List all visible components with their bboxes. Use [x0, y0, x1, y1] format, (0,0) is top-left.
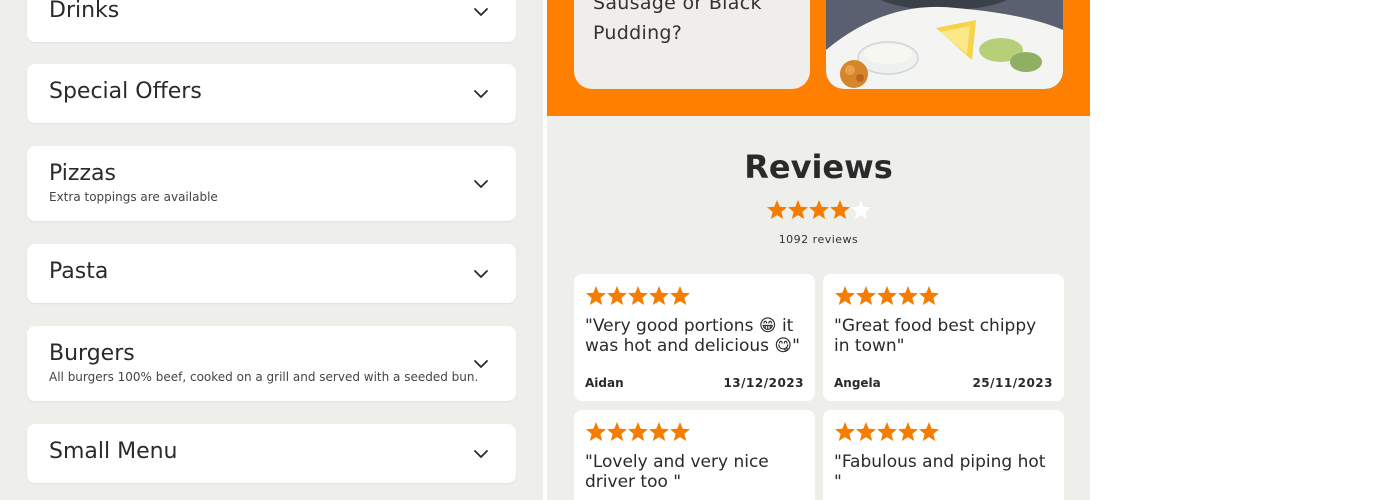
review-rating-stars	[586, 286, 690, 305]
category-title: Small Menu	[49, 439, 178, 464]
star-filled-icon	[856, 286, 876, 305]
category-drinks[interactable]: Drinks	[27, 0, 516, 42]
star-filled-icon	[788, 200, 808, 219]
chevron-down-icon	[473, 89, 489, 99]
star-filled-icon	[809, 200, 829, 219]
star-filled-icon	[835, 422, 855, 441]
promo-food-image[interactable]	[826, 0, 1063, 89]
category-burgers[interactable]: Burgers All burgers 100% beef, cooked on…	[27, 326, 516, 401]
star-filled-icon	[670, 286, 690, 305]
star-filled-icon	[877, 286, 897, 305]
category-title: Pizzas	[49, 161, 116, 186]
star-filled-icon	[670, 422, 690, 441]
star-filled-icon	[767, 200, 787, 219]
review-text: "Lovely and very nice driver too "	[585, 452, 769, 492]
menu-category-list: Drinks Special Offers Pizzas Extra toppi…	[0, 0, 543, 500]
promo-text: Sausage or Black Pudding?	[593, 0, 762, 44]
promo-banner: Sausage or Black Pudding?	[547, 0, 1090, 116]
review-card: "Very good portions 😁 it was hot and del…	[574, 274, 815, 401]
star-filled-icon	[586, 422, 606, 441]
review-date: 25/11/2023	[972, 376, 1053, 390]
star-filled-icon	[628, 286, 648, 305]
review-rating-stars	[586, 422, 690, 441]
star-empty-icon	[851, 200, 871, 219]
star-filled-icon	[628, 422, 648, 441]
side-panel: Sausage or Black Pudding? Reviews 1092 r…	[547, 0, 1090, 500]
review-author: Angela	[834, 376, 881, 390]
category-pizzas[interactable]: Pizzas Extra toppings are available	[27, 146, 516, 221]
review-rating-stars	[835, 286, 939, 305]
review-text: "Very good portions 😁 it was hot and del…	[585, 316, 800, 356]
star-filled-icon	[586, 286, 606, 305]
chevron-down-icon	[473, 179, 489, 189]
category-title: Special Offers	[49, 79, 202, 104]
star-filled-icon	[607, 422, 627, 441]
star-filled-icon	[877, 422, 897, 441]
star-filled-icon	[835, 286, 855, 305]
chevron-down-icon	[473, 449, 489, 459]
chevron-down-icon	[473, 269, 489, 279]
review-card: "Great food best chippy in town" Angela …	[823, 274, 1064, 401]
review-date: 13/12/2023	[723, 376, 804, 390]
star-filled-icon	[607, 286, 627, 305]
category-description: All burgers 100% beef, cooked on a grill…	[49, 370, 479, 384]
star-filled-icon	[919, 286, 939, 305]
reviews-heading: Reviews	[744, 148, 893, 186]
star-filled-icon	[830, 200, 850, 219]
category-title: Pasta	[49, 259, 109, 284]
promo-text-card[interactable]: Sausage or Black Pudding?	[574, 0, 810, 89]
category-special-offers[interactable]: Special Offers	[27, 64, 516, 123]
chevron-down-icon	[473, 359, 489, 369]
category-small-menu[interactable]: Small Menu	[27, 424, 516, 483]
star-filled-icon	[919, 422, 939, 441]
star-filled-icon	[898, 422, 918, 441]
chevron-down-icon	[473, 7, 489, 17]
star-filled-icon	[649, 422, 669, 441]
category-title: Burgers	[49, 341, 135, 366]
review-text: "Great food best chippy in town"	[834, 316, 1037, 356]
star-filled-icon	[856, 422, 876, 441]
star-filled-icon	[649, 286, 669, 305]
food-photo	[826, 0, 1063, 89]
review-rating-stars	[835, 422, 939, 441]
category-title: Drinks	[49, 0, 120, 23]
category-description: Extra toppings are available	[49, 190, 218, 204]
overall-rating-stars	[767, 200, 871, 219]
category-pasta[interactable]: Pasta	[27, 244, 516, 303]
review-author: Aidan	[585, 376, 624, 390]
star-filled-icon	[898, 286, 918, 305]
review-card: "Lovely and very nice driver too "	[574, 410, 815, 500]
review-text: "Fabulous and piping hot "	[834, 452, 1046, 492]
review-card: "Fabulous and piping hot "	[823, 410, 1064, 500]
reviews-count: 1092 reviews	[778, 233, 859, 246]
